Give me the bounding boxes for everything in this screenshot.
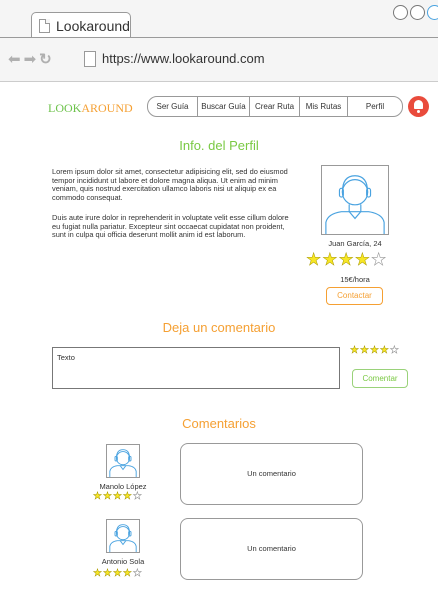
address-page-icon [84,51,96,67]
profile-avatar [321,165,389,235]
profile-price: 15€/hora [340,275,370,284]
user-avatar-icon [109,524,137,552]
comment-box: Un comentario [180,518,363,580]
tab-title: Lookaround [56,18,130,34]
star-filled-icon: ★ [306,250,322,269]
main-nav: Ser Guía Buscar Guía Crear Ruta Mis Ruta… [147,96,403,117]
logo-part-around: AROUND [81,101,133,115]
nav-item-crear-ruta[interactable]: Crear Ruta [250,97,300,116]
reload-icon[interactable]: ↻ [39,52,52,68]
nav-item-perfil[interactable]: Perfil [348,97,402,116]
comment-rating: ★ ★ ★ ★ ★ [93,568,143,579]
star-filled-icon: ★ [112,568,122,579]
comment-textbox-placeholder: Texto [57,353,75,362]
star-empty-icon[interactable]: ★ [390,345,400,356]
comment-box: Un comentario [180,443,363,505]
comment-rating: ★ ★ ★ ★ ★ [93,491,143,502]
star-filled-icon: ★ [112,491,122,502]
profile-rating: ★ ★ ★ ★ ★ [306,250,387,269]
tab-divider [0,37,438,38]
profile-paragraph-1: Lorem ipsum dolor sit amet, consectetur … [52,167,288,202]
star-empty-icon: ★ [132,568,143,579]
star-filled-icon: ★ [102,491,112,502]
star-filled-icon: ★ [122,568,132,579]
window-control-icon[interactable] [427,5,438,20]
star-filled-icon: ★ [102,568,112,579]
contact-button[interactable]: Contactar [326,287,383,305]
star-filled-icon: ★ [338,250,354,269]
submit-comment-button[interactable]: Comentar [352,369,408,388]
star-filled-icon: ★ [354,250,370,269]
commenter-name: Antonio Sola [101,557,145,566]
commenter-name: Manolo López [99,482,147,491]
address-bar[interactable]: https://www.lookaround.com [102,51,265,66]
browser-tab[interactable]: Lookaround [31,12,131,38]
user-avatar-icon [109,449,137,477]
comment-textbox[interactable]: Texto [52,347,340,389]
logo-part-look: LOOK [48,101,82,115]
nav-item-ser-guia[interactable]: Ser Guía [148,97,198,116]
window-control-icon[interactable] [410,5,425,20]
star-filled-icon: ★ [322,250,338,269]
commenter-avatar [106,444,140,478]
star-filled-icon[interactable]: ★ [370,345,379,356]
browser-chrome: Lookaround ⬅ ➡ ↻ https://www.lookaround.… [0,0,438,82]
browser-nav: ⬅ ➡ ↻ [8,52,52,68]
commenter-avatar [106,519,140,553]
comment-rating-input: ★ ★ ★ ★ ★ [350,345,400,356]
leave-comment-heading: Deja un comentario [162,320,276,335]
user-avatar-icon [325,175,385,234]
back-arrow-icon[interactable]: ⬅ [8,52,21,68]
star-filled-icon[interactable]: ★ [380,345,389,356]
profile-paragraph-2: Duis aute irure dolor in reprehenderit i… [52,213,289,240]
profile-heading: Info. del Perfil [179,138,259,153]
window-control-icon[interactable] [393,5,408,20]
nav-item-mis-rutas[interactable]: Mis Rutas [300,97,348,116]
star-filled-icon: ★ [93,568,102,579]
logo[interactable]: LOOKAROUND [48,101,133,116]
comments-heading: Comentarios [182,416,256,431]
forward-arrow-icon[interactable]: ➡ [24,52,37,68]
window-controls [393,5,438,20]
star-filled-icon[interactable]: ★ [360,345,369,356]
star-empty-icon: ★ [132,491,143,502]
star-filled-icon: ★ [122,491,132,502]
star-filled-icon: ★ [93,491,102,502]
notification-bell-icon[interactable] [408,96,429,117]
star-empty-icon: ★ [371,250,387,269]
nav-item-buscar-guia[interactable]: Buscar Guía [198,97,250,116]
profile-name: Juan García, 24 [328,239,382,248]
star-filled-icon[interactable]: ★ [350,345,359,356]
page-icon [39,19,50,33]
